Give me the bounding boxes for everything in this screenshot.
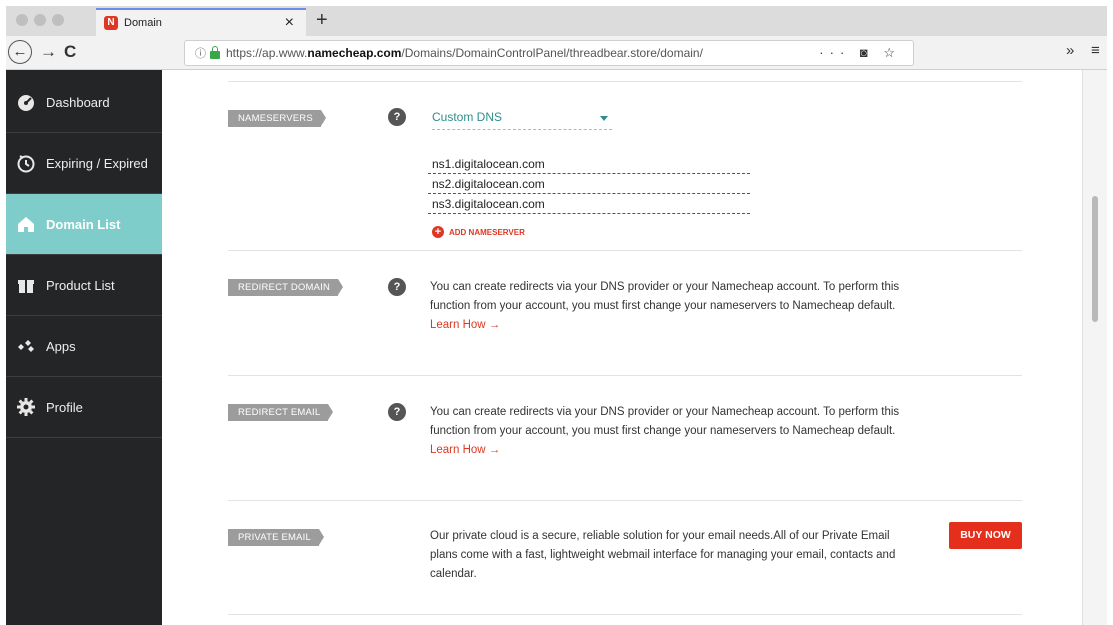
url-actions-icons[interactable]: ··· ◙ ☆ [819,45,901,61]
private-email-label: PRIVATE EMAIL [228,529,324,546]
section-divider [228,375,1022,376]
dns-type-value: Custom DNS [432,110,503,124]
redirect-email-text: You can create redirects via your DNS pr… [430,406,900,437]
reload-icon[interactable]: C [64,42,76,62]
overflow-icon[interactable]: » [1066,42,1074,59]
nav-bar: ← → C ⓘ https://ap.www. namecheap.com /D… [6,36,1107,70]
sidebar-item-label: Apps [46,338,76,354]
nameserver-field-1[interactable]: ns1.digitalocean.com [428,156,750,174]
apps-icon [16,336,36,356]
sidebar-item-product-list[interactable]: Product List [6,255,162,316]
window-minimize-dot[interactable] [34,14,46,26]
scrollbar-track[interactable] [1082,70,1107,625]
chevron-down-icon [600,116,608,121]
sidebar: Dashboard Expiring / Expired Domain List… [6,70,174,625]
redirect-email-label: REDIRECT EMAIL [228,404,334,421]
sidebar-item-label: Expiring / Expired [46,155,148,171]
redirect-email-learn-link[interactable]: Learn How → [430,444,500,456]
add-nameserver-button[interactable]: + ADD NAMESERVER [432,226,525,238]
forward-icon[interactable]: → [40,42,57,62]
redirect-domain-label: REDIRECT DOMAIN [228,279,344,296]
url-domain: namecheap.com [307,46,402,60]
sidebar-item-label: Profile [46,399,83,415]
plus-icon: + [432,226,444,238]
timer-icon [16,153,36,173]
tab-title: Domain [124,17,162,29]
window-close-dot[interactable] [16,14,28,26]
nameservers-label: NAMESERVERS [228,110,326,127]
info-icon[interactable]: ⓘ [195,45,206,61]
redirect-domain-description: You can create redirects via your DNS pr… [430,278,900,335]
gift-icon [16,275,36,295]
new-tab-icon[interactable]: + [316,9,328,32]
section-divider [228,500,1022,501]
sidebar-item-dashboard[interactable]: Dashboard [6,72,162,133]
sidebar-item-apps[interactable]: Apps [6,316,162,377]
redirect-email-help-icon[interactable]: ? [388,403,406,421]
sidebar-item-expiring[interactable]: Expiring / Expired [6,133,162,194]
lock-icon [210,46,220,59]
sidebar-item-label: Product List [46,277,115,293]
redirect-email-description: You can create redirects via your DNS pr… [430,403,900,460]
tab-domain[interactable]: N Domain × [96,8,306,36]
section-divider [228,250,1022,251]
sidebar-item-label: Domain List [46,216,121,232]
private-email-description: Our private cloud is a secure, reliable … [430,530,896,580]
menu-icon[interactable]: ≡ [1091,42,1100,59]
sidebar-item-profile[interactable]: Profile [6,377,162,438]
back-icon[interactable]: ← [8,40,32,64]
gauge-icon [16,92,36,112]
nameserver-field-2[interactable]: ns2.digitalocean.com [428,176,750,194]
section-divider [228,614,1022,615]
tab-bar: N Domain × + [6,6,1107,36]
redirect-domain-text: You can create redirects via your DNS pr… [430,281,900,312]
window-zoom-dot[interactable] [52,14,64,26]
namecheap-favicon-icon: N [104,16,118,30]
tab-close-icon[interactable]: × [285,14,294,32]
url-path: /Domains/DomainControlPanel/threadbear.s… [401,46,703,60]
scrollbar-thumb[interactable] [1092,196,1098,322]
main-content: NAMESERVERS ? Custom DNS ns1.digitalocea… [162,70,1082,625]
browser-window: N Domain × + ← → C ⓘ https://ap.www. nam… [6,6,1107,625]
url-prefix: https://ap.www. [226,46,308,60]
redirect-domain-learn-link[interactable]: Learn How → [430,319,500,331]
add-nameserver-label: ADD NAMESERVER [449,227,525,237]
redirect-domain-help-icon[interactable]: ? [388,278,406,296]
sidebar-item-label: Dashboard [46,94,110,110]
sidebar-item-domain-list[interactable]: Domain List [6,194,174,255]
gear-icon [16,397,36,417]
dns-type-select[interactable]: Custom DNS [432,110,612,130]
url-bar[interactable]: ⓘ https://ap.www. namecheap.com /Domains… [184,40,914,66]
buy-now-button[interactable]: BUY NOW [949,522,1022,549]
nameserver-field-3[interactable]: ns3.digitalocean.com [428,196,750,214]
home-icon [16,214,36,234]
section-divider [228,81,1022,82]
nameservers-help-icon[interactable]: ? [388,108,406,126]
